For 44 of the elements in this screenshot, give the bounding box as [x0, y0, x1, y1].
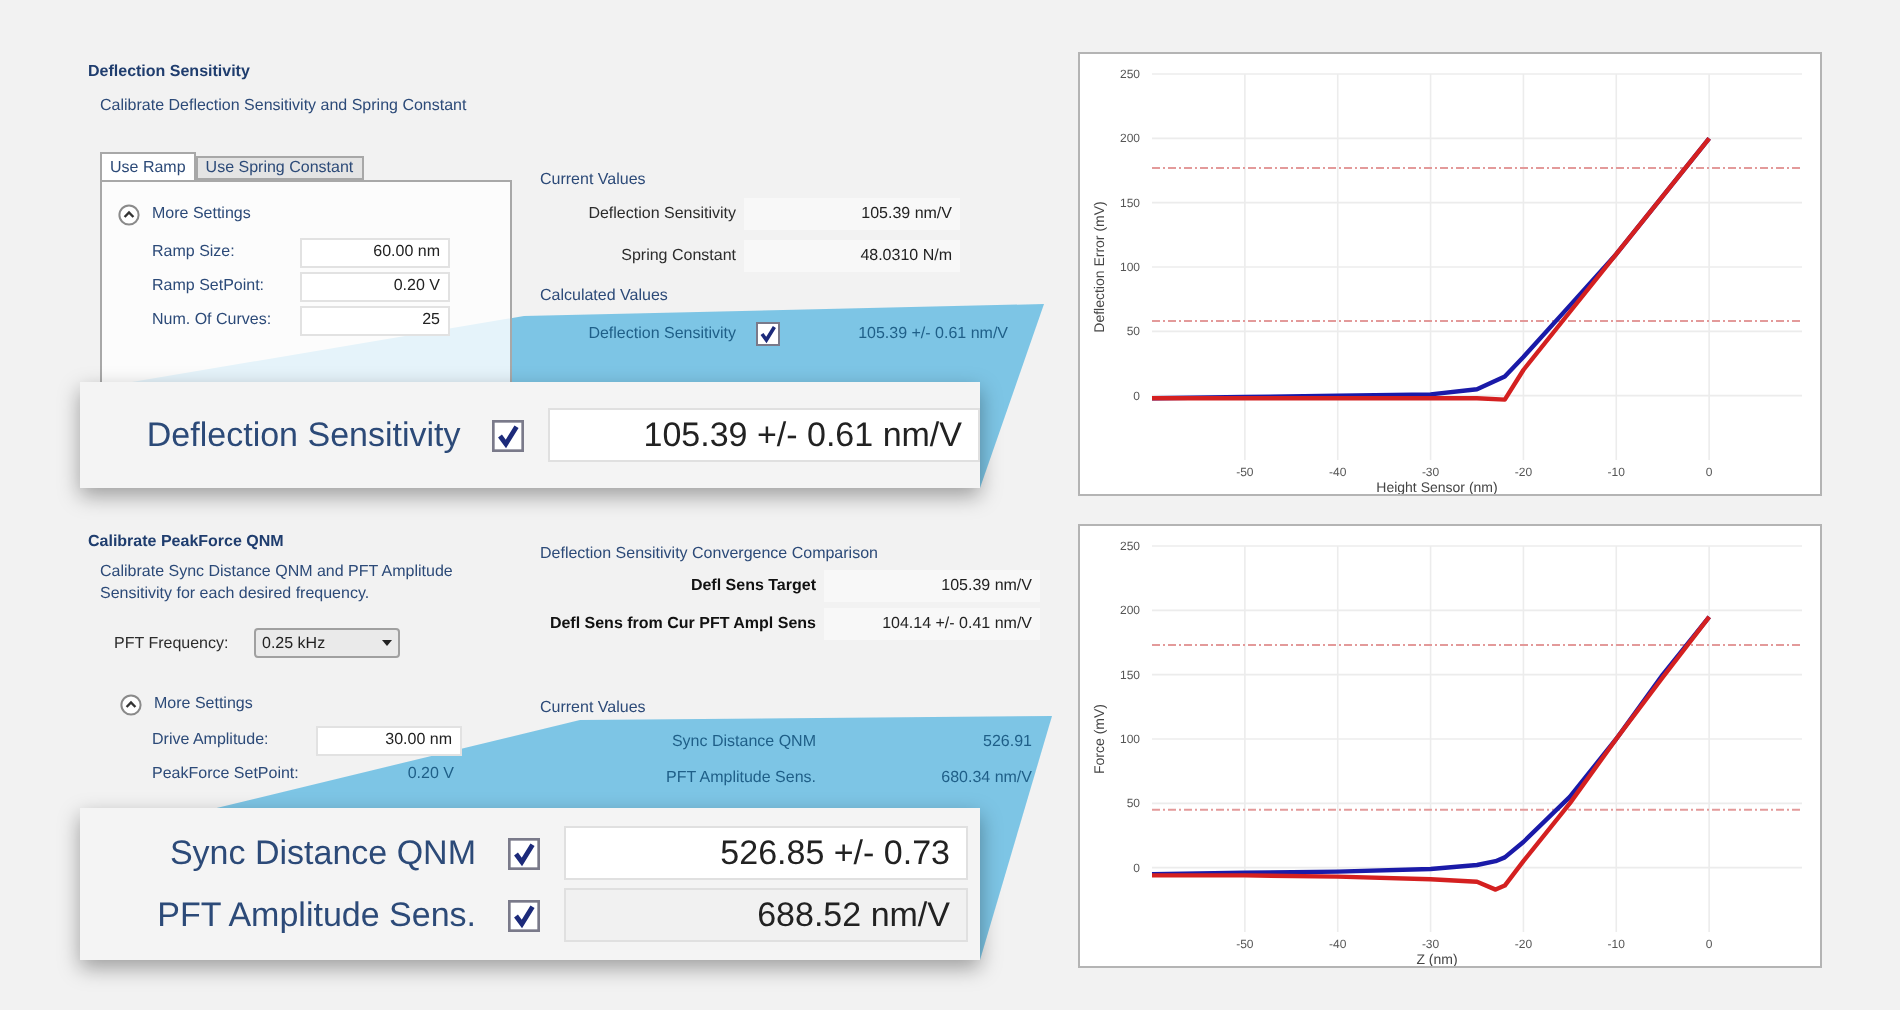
value-label: Defl Sens from Cur PFT Ampl Sens [547, 612, 816, 636]
group-heading: Current Values [540, 696, 648, 720]
setting-label: Ramp Size: [152, 240, 237, 264]
setting-label: Ramp SetPoint: [152, 274, 267, 298]
value-display: 680.34 nm/V [939, 766, 1034, 790]
value-label: PFT Amplitude Sens. [664, 766, 816, 790]
setting-label: Num. Of Curves: [152, 308, 274, 332]
setting-input[interactable]: 0.20 V [316, 759, 462, 789]
section-toggle-label[interactable]: More Settings [154, 692, 253, 716]
section-toggle-label[interactable]: More Settings [152, 202, 251, 226]
section-title: Calibrate PeakForce QNM [88, 530, 286, 554]
group-heading: Deflection Sensitivity Convergence Comparison [540, 542, 880, 566]
setting-input[interactable]: 30.00 nm [316, 725, 462, 755]
callout-label: PFT Amplitude Sens. [155, 893, 478, 938]
callout-value: 526.85 +/- 0.73 [564, 826, 968, 880]
value-label: Deflection Sensitivity [586, 322, 736, 346]
section-subtitle: Calibrate Deflection Sensitivity and Spring Constant [98, 94, 469, 118]
value-label: Deflection Sensitivity [586, 202, 736, 226]
value-label: Sync Distance QNM [669, 730, 816, 754]
value-display: 104.14 +/- 0.41 nm/V [824, 608, 1040, 640]
callout-label: Deflection Sensitivity [144, 413, 463, 458]
section-subtitle: Calibrate Sync Distance QNM and PFT Amplitude Sensitivity for each desired frequency. [98, 560, 455, 604]
value-display: 105.39 nm/V [824, 570, 1040, 602]
setting-input[interactable]: 25 [300, 305, 450, 335]
group-heading: Calculated Values [540, 284, 670, 308]
callout-value: 105.39 +/- 0.61 nm/V [547, 408, 980, 462]
value-display: 526.91 [981, 730, 1034, 754]
group-heading: Current Values [540, 168, 648, 192]
value-label: Spring Constant [619, 244, 736, 268]
value-label: Defl Sens Target [688, 574, 816, 598]
callout-label: Sync Distance QNM [167, 831, 478, 876]
setting-label: Drive Amplitude: [152, 728, 271, 752]
tab[interactable]: Use Ramp [100, 152, 196, 180]
tab[interactable]: Use Spring Constant [195, 156, 364, 180]
section-title: Deflection Sensitivity [88, 60, 252, 84]
setting-label: PeakForce SetPoint: [152, 762, 301, 786]
frequency-dropdown[interactable]: 0.25 kHz [254, 628, 400, 658]
setting-label: PFT Frequency: [114, 631, 231, 655]
value-display: 105.39 nm/V [744, 198, 960, 230]
value-display: 105.39 +/- 0.61 nm/V [856, 322, 1010, 346]
setting-input[interactable]: 60.00 nm [300, 237, 450, 267]
value-display: 48.0310 N/m [744, 240, 960, 272]
callout-value: 688.52 nm/V [564, 888, 968, 942]
setting-input[interactable]: 0.20 V [300, 271, 450, 301]
